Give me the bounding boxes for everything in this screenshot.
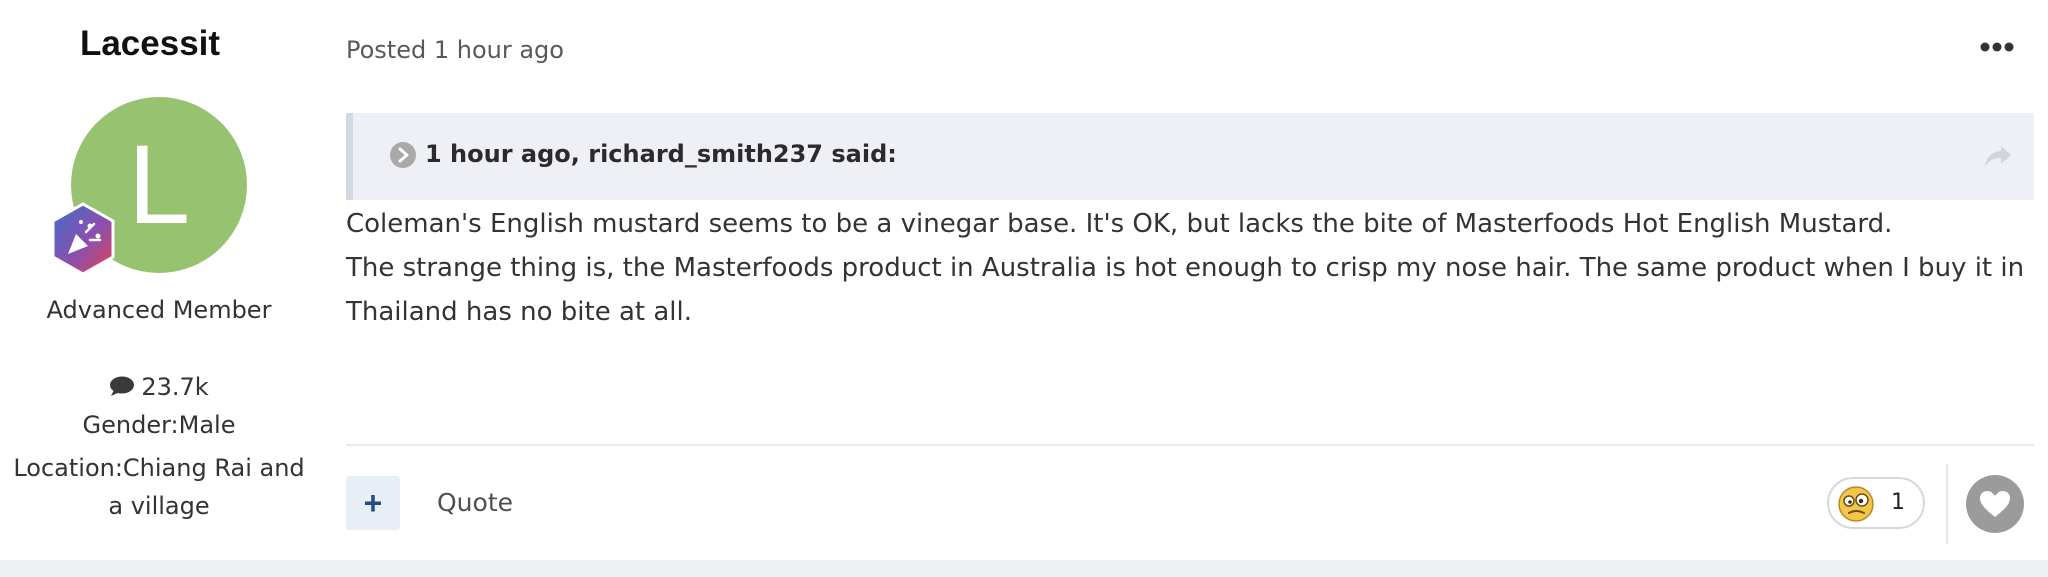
author-gender: Gender:Male [82,411,236,439]
post-count: 23.7k [0,373,318,401]
reaction-separator [1946,464,1948,544]
quote-button[interactable]: Quote [437,488,513,517]
post-paragraph: Coleman's English mustard seems to be a … [346,209,1893,239]
plus-icon: + [363,485,383,521]
confused-face-icon [1838,486,1874,522]
reaction-count: 1 [1891,490,1905,515]
quote-block: 1 hour ago, richard_smith237 said: [346,113,2034,200]
post-body: Coleman's English mustard seems to be a … [346,202,2036,334]
quote-goto-icon[interactable] [1983,143,2013,169]
post-divider [346,444,2034,446]
author-location: Location:Chiang Rai and a village [13,454,305,520]
page-bottom-strip [0,560,2048,577]
more-options-icon[interactable] [1980,40,2014,54]
post-timestamp[interactable]: Posted 1 hour ago [346,36,564,64]
author-panel: Lacessit L Advanced Member 23.7k Gender:… [0,0,318,560]
post-count-value: 23.7k [141,373,209,401]
author-rank: Advanced Member [46,296,272,324]
heart-icon [1980,491,2010,517]
reaction-summary[interactable]: 1 [1827,477,1925,529]
quote-citation[interactable]: 1 hour ago, richard_smith237 said: [425,140,897,168]
author-username[interactable]: Lacessit [0,24,300,64]
multiquote-add-button[interactable]: + [346,476,400,530]
like-button[interactable] [1966,475,2024,533]
rank-badge-icon [51,202,115,276]
post-paragraph: The strange thing is, the Masterfoods pr… [346,253,2025,327]
quote-expand-icon[interactable] [389,141,417,169]
chat-bubble-icon [110,376,135,396]
